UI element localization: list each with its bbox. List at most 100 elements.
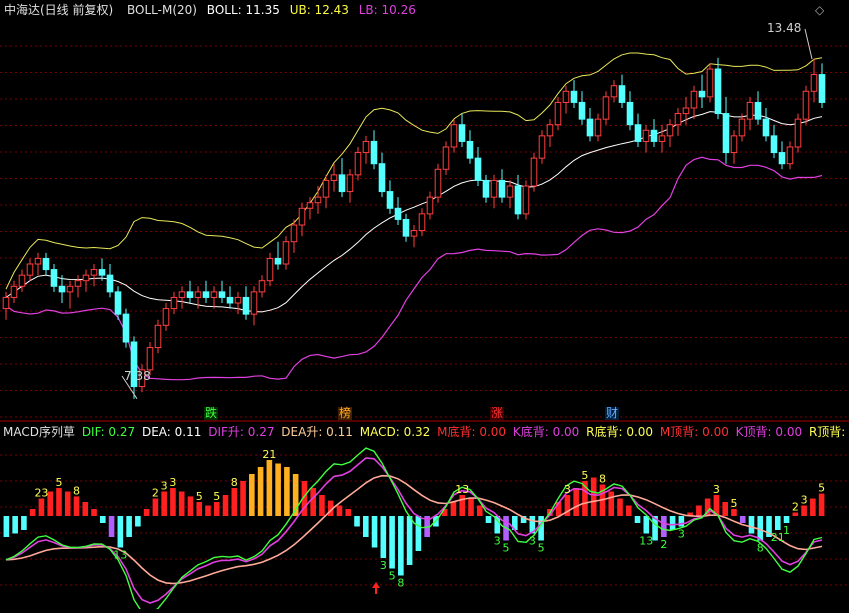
macd-bar [187,496,194,516]
chart-stage: 23 5 8 13 2 3 3 5 5 8 21 3 5 8 13 3 5 3 5 3 5 8 13 2 3 3 5 8 21 1 2 3 5 … [0,0,849,613]
candle-body [122,313,130,343]
candle-body [82,274,90,282]
candle-body [794,118,802,148]
candle-body [362,140,370,154]
boll-mid-line [5,111,823,313]
candle-body [394,207,402,220]
candle-body [314,196,322,204]
macd-count-label: 3 [161,480,168,493]
macd-bar [21,516,27,530]
dif-value: DIF: 0.27 [81,425,136,439]
k-bottom-value: K底背: 0.00 [512,425,580,439]
macd-count-label: 2 [152,487,159,500]
macd-bar [783,516,790,523]
candle-body [226,296,234,304]
macd-bar [319,495,325,516]
macd-bar [696,505,702,516]
candle-body [738,118,746,137]
candle-body [50,269,58,287]
macd-bar [143,509,150,516]
macd-bar [161,491,167,516]
candle-body [402,218,410,237]
candle-body [386,191,394,209]
boll-value: BOLL: 11.35 [206,3,280,17]
macd-bar [12,516,18,534]
macd-value: MACD: 0.32 [359,425,431,439]
signal-cai[interactable]: 财 [605,407,620,420]
candle-body [498,179,506,198]
candle-body [698,90,706,98]
candle-body [370,140,378,165]
candle-body [506,185,514,198]
candle-body [146,347,154,371]
macd-bar [669,516,676,530]
macd-count-label: 8 [397,577,404,590]
candle-body [418,213,426,232]
macd-count-label: 5 [196,490,203,503]
chart-svg: 23581323 35 582135813353535 813 23358211235 [0,28,849,613]
candle-body [194,291,202,298]
candle-body [98,269,106,276]
candle-body [90,269,98,276]
macd-bar [450,502,457,516]
macd-bar [56,488,62,516]
candle-body [258,280,266,293]
candle-body [538,135,546,159]
candle-body [250,291,258,315]
signal-bang[interactable]: 榜 [338,407,353,420]
macd-bar [774,516,781,530]
macd-bar [135,516,141,527]
candle-body [562,90,570,103]
macd-bar [380,516,387,558]
collapse-diamond-icon[interactable]: ◇ [815,3,824,17]
macd-count-label: 3 [494,535,501,548]
candle-body [426,196,434,215]
macd-count-label: 23 [34,487,48,500]
macd-count-label: 5 [538,542,545,555]
candle-body [570,90,578,103]
macd-bar [231,488,238,516]
candle-body [242,296,250,315]
candle-body [770,135,778,154]
candle-body [34,257,42,265]
dif-up-value: DIF升: 0.27 [208,425,275,439]
candle-body [186,291,194,298]
candle-body [554,101,562,126]
max-pointer-line [804,28,813,60]
macd-count-label: 3 [564,483,571,496]
macd-bar [810,498,816,516]
candle-body [586,118,594,137]
candle-body [754,101,762,120]
candle-body [634,124,642,142]
signal-zhang[interactable]: 涨 [490,407,505,420]
candle-body [658,135,666,142]
macd-count-label: 5 [213,490,220,503]
macd-count-label: 5 [389,570,396,583]
macd-count-label: 1 [783,524,790,537]
macd-bar [415,516,422,551]
macd-bar [91,509,97,516]
candle-body [338,174,346,193]
macd-bar [205,505,211,516]
macd-bar [266,460,273,516]
macd-count-label: 2 [792,501,799,514]
candle-body [74,280,82,287]
lb-value: LB: 10.26 [358,3,416,17]
macd-bar [406,516,413,565]
candle-body [354,152,362,176]
macd-bar [126,516,132,537]
candle-body [458,124,466,142]
candle-body [346,174,354,193]
macd-bar [485,516,492,523]
macd-bar [249,474,255,516]
macd-count-label: 3 [169,476,176,489]
signal-die[interactable]: 跌 [204,407,219,420]
macd-bar [38,498,45,516]
macd-count-label: 3 [678,528,685,541]
macd-bar [117,516,124,548]
candle-body [434,168,442,198]
macd-bar [678,516,685,527]
macd-bar [73,496,80,516]
macd-count-label: 8 [599,473,606,486]
macd-bar [345,509,352,516]
